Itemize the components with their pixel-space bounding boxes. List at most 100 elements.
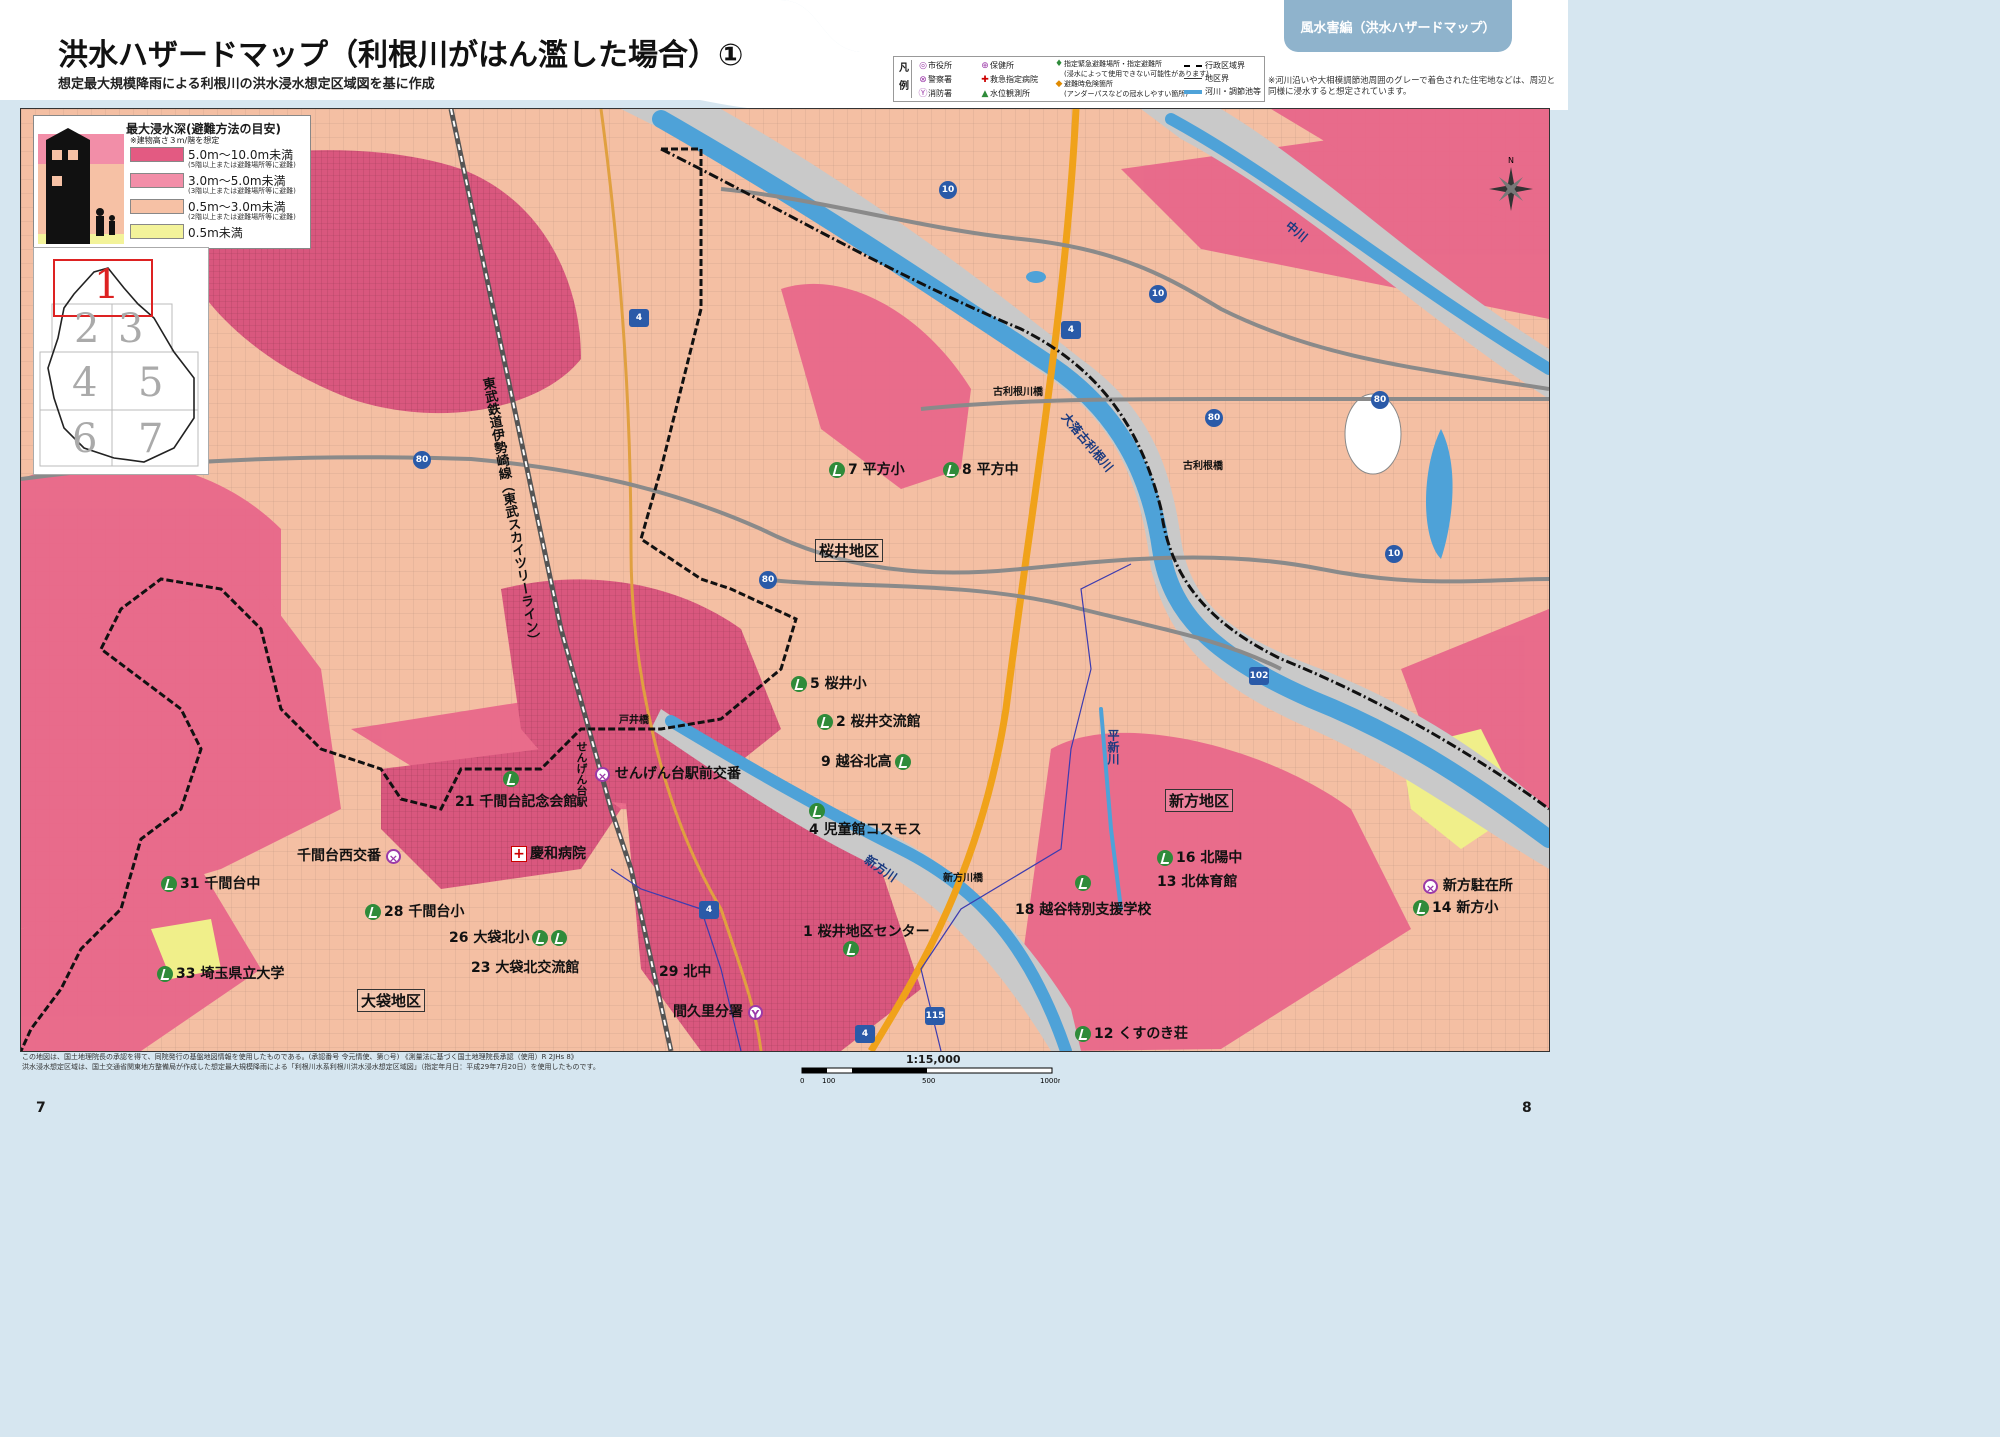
shelter-label[interactable]: 13 北体育館 xyxy=(1157,871,1237,891)
shelter-icon xyxy=(1075,1026,1091,1042)
svg-text:0: 0 xyxy=(800,1077,804,1085)
police-icon: × xyxy=(1423,878,1438,895)
depth-label-under-05: 0.5m未満 xyxy=(188,226,243,240)
police-icon: × xyxy=(385,848,401,865)
index-map-outline xyxy=(39,259,199,467)
shelter-icon xyxy=(161,876,177,892)
map-canvas: N xyxy=(21,109,1549,1051)
river-label: 平新川 xyxy=(1106,729,1120,765)
route-marker: 80 xyxy=(413,451,431,469)
section-tab: 風水害編（洪水ハザードマップ） xyxy=(1284,0,1512,52)
shelter-label[interactable]: 16 北陽中 xyxy=(1157,847,1242,867)
shelter-label[interactable]: 31 千間台中 xyxy=(161,873,260,893)
shelter-label[interactable]: 1 桜井地区センター xyxy=(803,921,930,957)
health-center-icon: ⊕ xyxy=(981,61,989,71)
route-marker: 10 xyxy=(1385,545,1403,563)
depth-swatch-05-3 xyxy=(130,199,184,214)
depth-swatch-3-5 xyxy=(130,173,184,188)
scale-label: 1:15,000 xyxy=(906,1053,961,1066)
page-number-left: 7 xyxy=(36,1100,46,1116)
shelter-label[interactable]: 29 北中 xyxy=(659,961,711,981)
shelter-label[interactable]: 8 平方中 xyxy=(943,459,1019,479)
police-icon: ⊗ xyxy=(919,75,927,85)
bridge-label: 新方川橋 xyxy=(943,873,983,884)
shelter-label[interactable]: 12 くすのき荘 xyxy=(1075,1023,1188,1043)
legend-col-4: 行政区域界 地区界 河川・調節池等 xyxy=(1184,59,1261,98)
top-note: ※河川沿いや大相模調節池周囲のグレーで着色された住宅地などは、周辺と同様に浸水す… xyxy=(1268,76,1556,97)
bridge-label: 古利根川橋 xyxy=(993,387,1043,398)
shelter-icon xyxy=(791,676,807,692)
building-height-icon xyxy=(38,120,124,244)
index-cell-6[interactable]: 6 xyxy=(72,416,97,462)
bridge-label: 古利根橋 xyxy=(1183,461,1223,472)
shelter-icon xyxy=(943,462,959,478)
index-cell-4[interactable]: 4 xyxy=(72,360,97,406)
police-label[interactable]: × 新方駐在所 xyxy=(1423,875,1513,895)
shelter-icon xyxy=(1157,850,1173,866)
index-cell-1[interactable]: 1 xyxy=(94,262,119,308)
depth-sub-05-3: (2階以上または避難場所等に避難) xyxy=(188,213,296,221)
city-hall-icon: ◎ xyxy=(919,61,927,71)
hospital-icon: ✚ xyxy=(981,75,989,85)
river-swatch xyxy=(1184,89,1202,94)
route-marker: 80 xyxy=(1371,391,1389,409)
district-boundary-line xyxy=(1184,78,1202,79)
index-cell-7[interactable]: 7 xyxy=(138,416,163,462)
depth-swatch-5-10 xyxy=(130,147,184,162)
district-label: 桜井地区 xyxy=(815,539,884,562)
shelter-label[interactable]: 5 桜井小 xyxy=(791,673,867,693)
route-marker: 80 xyxy=(1205,409,1223,427)
route-marker: 10 xyxy=(939,181,957,199)
bridge-label: 戸井橋 xyxy=(619,715,649,726)
shelter-label[interactable]: 9 越谷北高 xyxy=(821,751,914,771)
hazard-map[interactable]: N 最大浸水深(避難方法の目安) ※建物高さ３m/階を想定 5.0m～10.0m… xyxy=(20,108,1550,1052)
route-marker: 10 xyxy=(1149,285,1167,303)
shelter-label[interactable]: 23 大袋北交流館 xyxy=(471,957,579,977)
index-map[interactable]: 1 2 3 4 5 6 7 xyxy=(33,247,209,475)
route-marker: 4 xyxy=(855,1025,875,1043)
shelter-icon xyxy=(503,771,519,787)
shelter-label[interactable]: 28 千間台小 xyxy=(365,901,464,921)
shelter-icon: ♦ xyxy=(1054,59,1064,69)
page-number-right: 8 xyxy=(1522,1100,1532,1116)
page: 風水害編（洪水ハザードマップ） 洪水ハザードマップ（利根川がはん濫した場合）① … xyxy=(0,0,1568,1127)
water-gauge-icon: ▲ xyxy=(981,89,989,99)
index-cell-2[interactable]: 2 xyxy=(74,306,99,352)
legend-col-2: ⊕保健所 ✚救急指定病院 ▲ 水位観測所 xyxy=(981,61,1038,99)
shelter-icon xyxy=(829,462,845,478)
police-label[interactable]: × せんげん台駅前交番 xyxy=(595,763,741,783)
index-cell-5[interactable]: 5 xyxy=(138,360,163,406)
shelter-label[interactable]: 2 桜井交流館 xyxy=(817,711,921,731)
legend-heading: 凡例 xyxy=(897,60,912,98)
danger-point-icon: ◆ xyxy=(1055,79,1063,89)
footer-note: この地図は、国土地理院長の承認を得て、同院発行の基盤地図情報を使用したものである… xyxy=(22,1053,600,1071)
police-label[interactable]: 千間台西交番 × xyxy=(297,845,401,865)
hospital-label[interactable]: + 慶和病院 xyxy=(511,843,586,863)
shelter-icon xyxy=(843,941,859,957)
depth-sub-3-5: (3階以上または避難場所等に避難) xyxy=(188,187,296,195)
shelter-label[interactable]: 21 千間台記念会館 xyxy=(455,771,577,811)
shelter-label[interactable]: 33 埼玉県立大学 xyxy=(157,963,284,983)
shelter-icon xyxy=(532,930,549,946)
police-icon: × xyxy=(595,766,610,783)
district-label: 大袋地区 xyxy=(357,989,426,1012)
depth-sub-5-10: (5階以上または避難場所等に避難) xyxy=(188,161,296,169)
svg-text:1000m: 1000m xyxy=(1040,1077,1060,1085)
shelter-label[interactable]: 26 大袋北小 xyxy=(449,927,570,947)
legend-col-1: ◎市役所 ⊗警察署 Ⓨ消防署 xyxy=(918,61,952,99)
scale-bar: 0 100 500 1000m xyxy=(800,1067,1060,1085)
page-title: 洪水ハザードマップ（利根川がはん濫した場合）① xyxy=(58,38,744,73)
shelter-label[interactable]: 14 新方小 xyxy=(1413,897,1498,917)
shelter-icon xyxy=(365,904,381,920)
depth-legend: 最大浸水深(避難方法の目安) ※建物高さ３m/階を想定 5.0m～10.0m未満… xyxy=(33,115,311,249)
shelter-icon xyxy=(809,803,825,819)
police-label[interactable]: 間久里分署 Y xyxy=(673,1001,763,1021)
admin-boundary-line xyxy=(1184,64,1202,67)
page-subtitle: 想定最大規模降雨による利根川の洪水浸水想定区域図を基に作成 xyxy=(58,77,435,92)
shelter-icon xyxy=(817,714,833,730)
shelter-icon xyxy=(1413,900,1429,916)
shelter-label[interactable]: 7 平方小 xyxy=(829,459,905,479)
svg-text:500: 500 xyxy=(922,1077,935,1085)
shelter-label[interactable]: 4 児童館コスモス xyxy=(809,803,922,839)
index-cell-3[interactable]: 3 xyxy=(118,306,143,352)
